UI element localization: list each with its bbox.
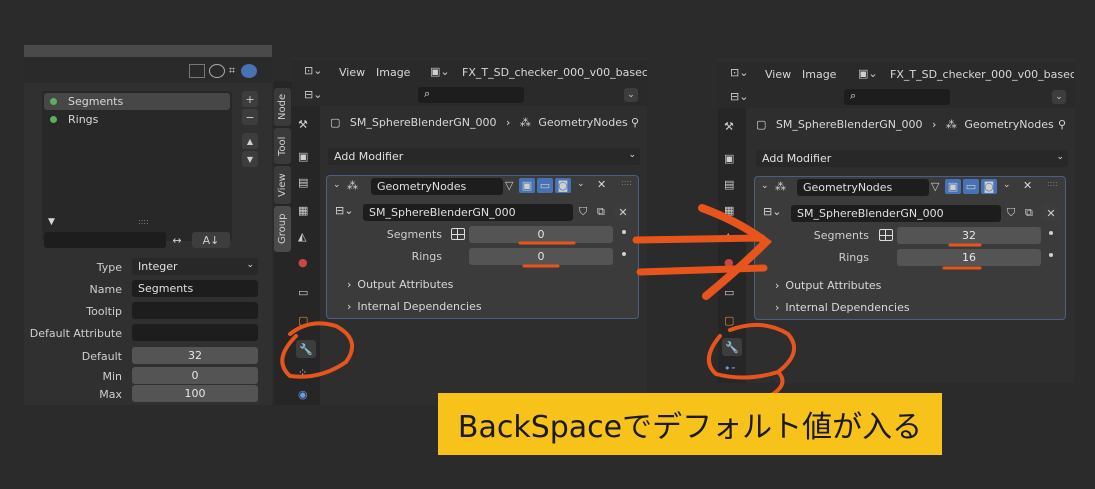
circle-mark — [707, 322, 797, 380]
arrow-mark — [632, 234, 766, 244]
circle-mark — [280, 321, 355, 379]
caption-text: BackSpaceでデフォルト値が入る — [457, 410, 923, 445]
caption-box: BackSpaceでデフォルト値が入る — [438, 393, 942, 455]
arrow-mark — [636, 264, 768, 276]
arrow-head-mark — [698, 204, 773, 300]
